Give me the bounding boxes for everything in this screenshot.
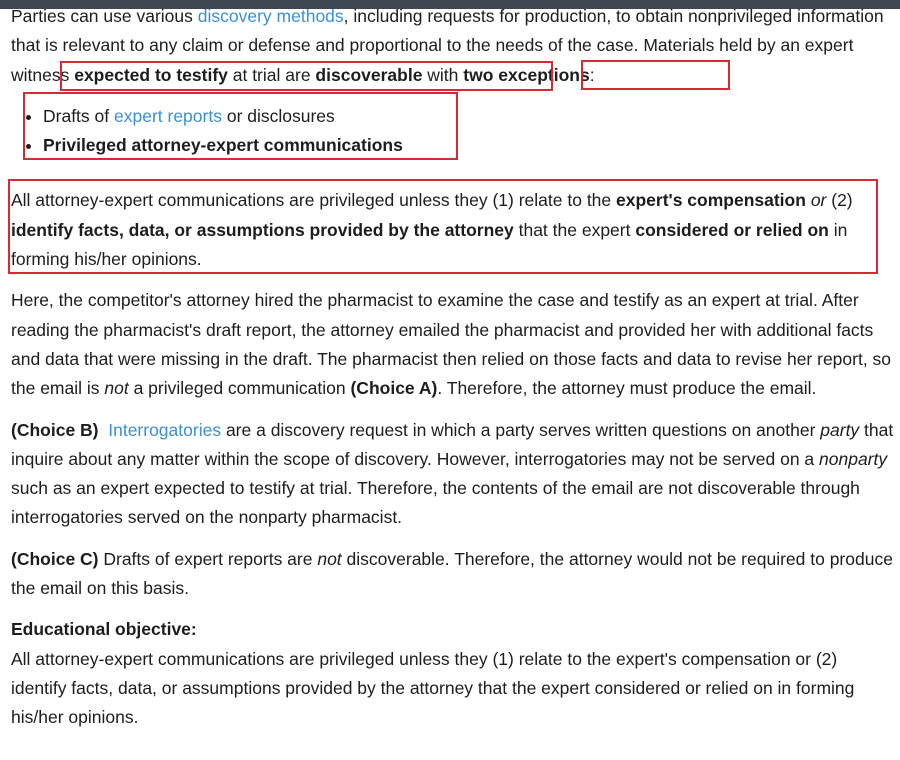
choice-b-text: such as an expert expected to testify at… xyxy=(11,478,860,528)
choice-c-italic: not xyxy=(317,548,342,569)
choice-b-text: are a discovery request in which a party… xyxy=(221,419,821,440)
choice-b-label: (Choice B) xyxy=(11,419,99,440)
choice-b-italic: party xyxy=(820,419,860,440)
highlight-box-expert-witness xyxy=(60,61,553,91)
discovery-methods-link[interactable]: discovery methods xyxy=(198,6,344,26)
highlight-box-exceptions-list xyxy=(23,92,458,160)
intro-text: Parties can use various xyxy=(11,6,198,26)
choice-c-paragraph: (Choice C) Drafts of expert reports are … xyxy=(11,545,895,604)
interrogatories-link[interactable]: Interrogatories xyxy=(108,420,221,440)
facts-paragraph: Here, the competitor's attorney hired th… xyxy=(11,286,895,403)
highlight-box-two-exceptions xyxy=(581,60,730,90)
facts-bold: (Choice A) xyxy=(350,378,438,399)
choice-b-text xyxy=(99,420,109,440)
facts-italic: not xyxy=(104,378,129,399)
choice-c-text: Drafts of expert reports are xyxy=(98,548,318,569)
facts-text: . Therefore, the attorney must produce t… xyxy=(437,378,817,399)
objective-heading: Educational objective: xyxy=(11,619,197,640)
choice-c-label: (Choice C) xyxy=(11,548,99,569)
choice-b-paragraph: (Choice B) Interrogatories are a discove… xyxy=(11,416,895,533)
objective-text: All attorney-expert communications are p… xyxy=(11,648,855,728)
highlight-box-rule xyxy=(8,179,878,274)
facts-text: a privileged communication xyxy=(128,378,351,399)
choice-b-italic: nonparty xyxy=(819,448,888,469)
